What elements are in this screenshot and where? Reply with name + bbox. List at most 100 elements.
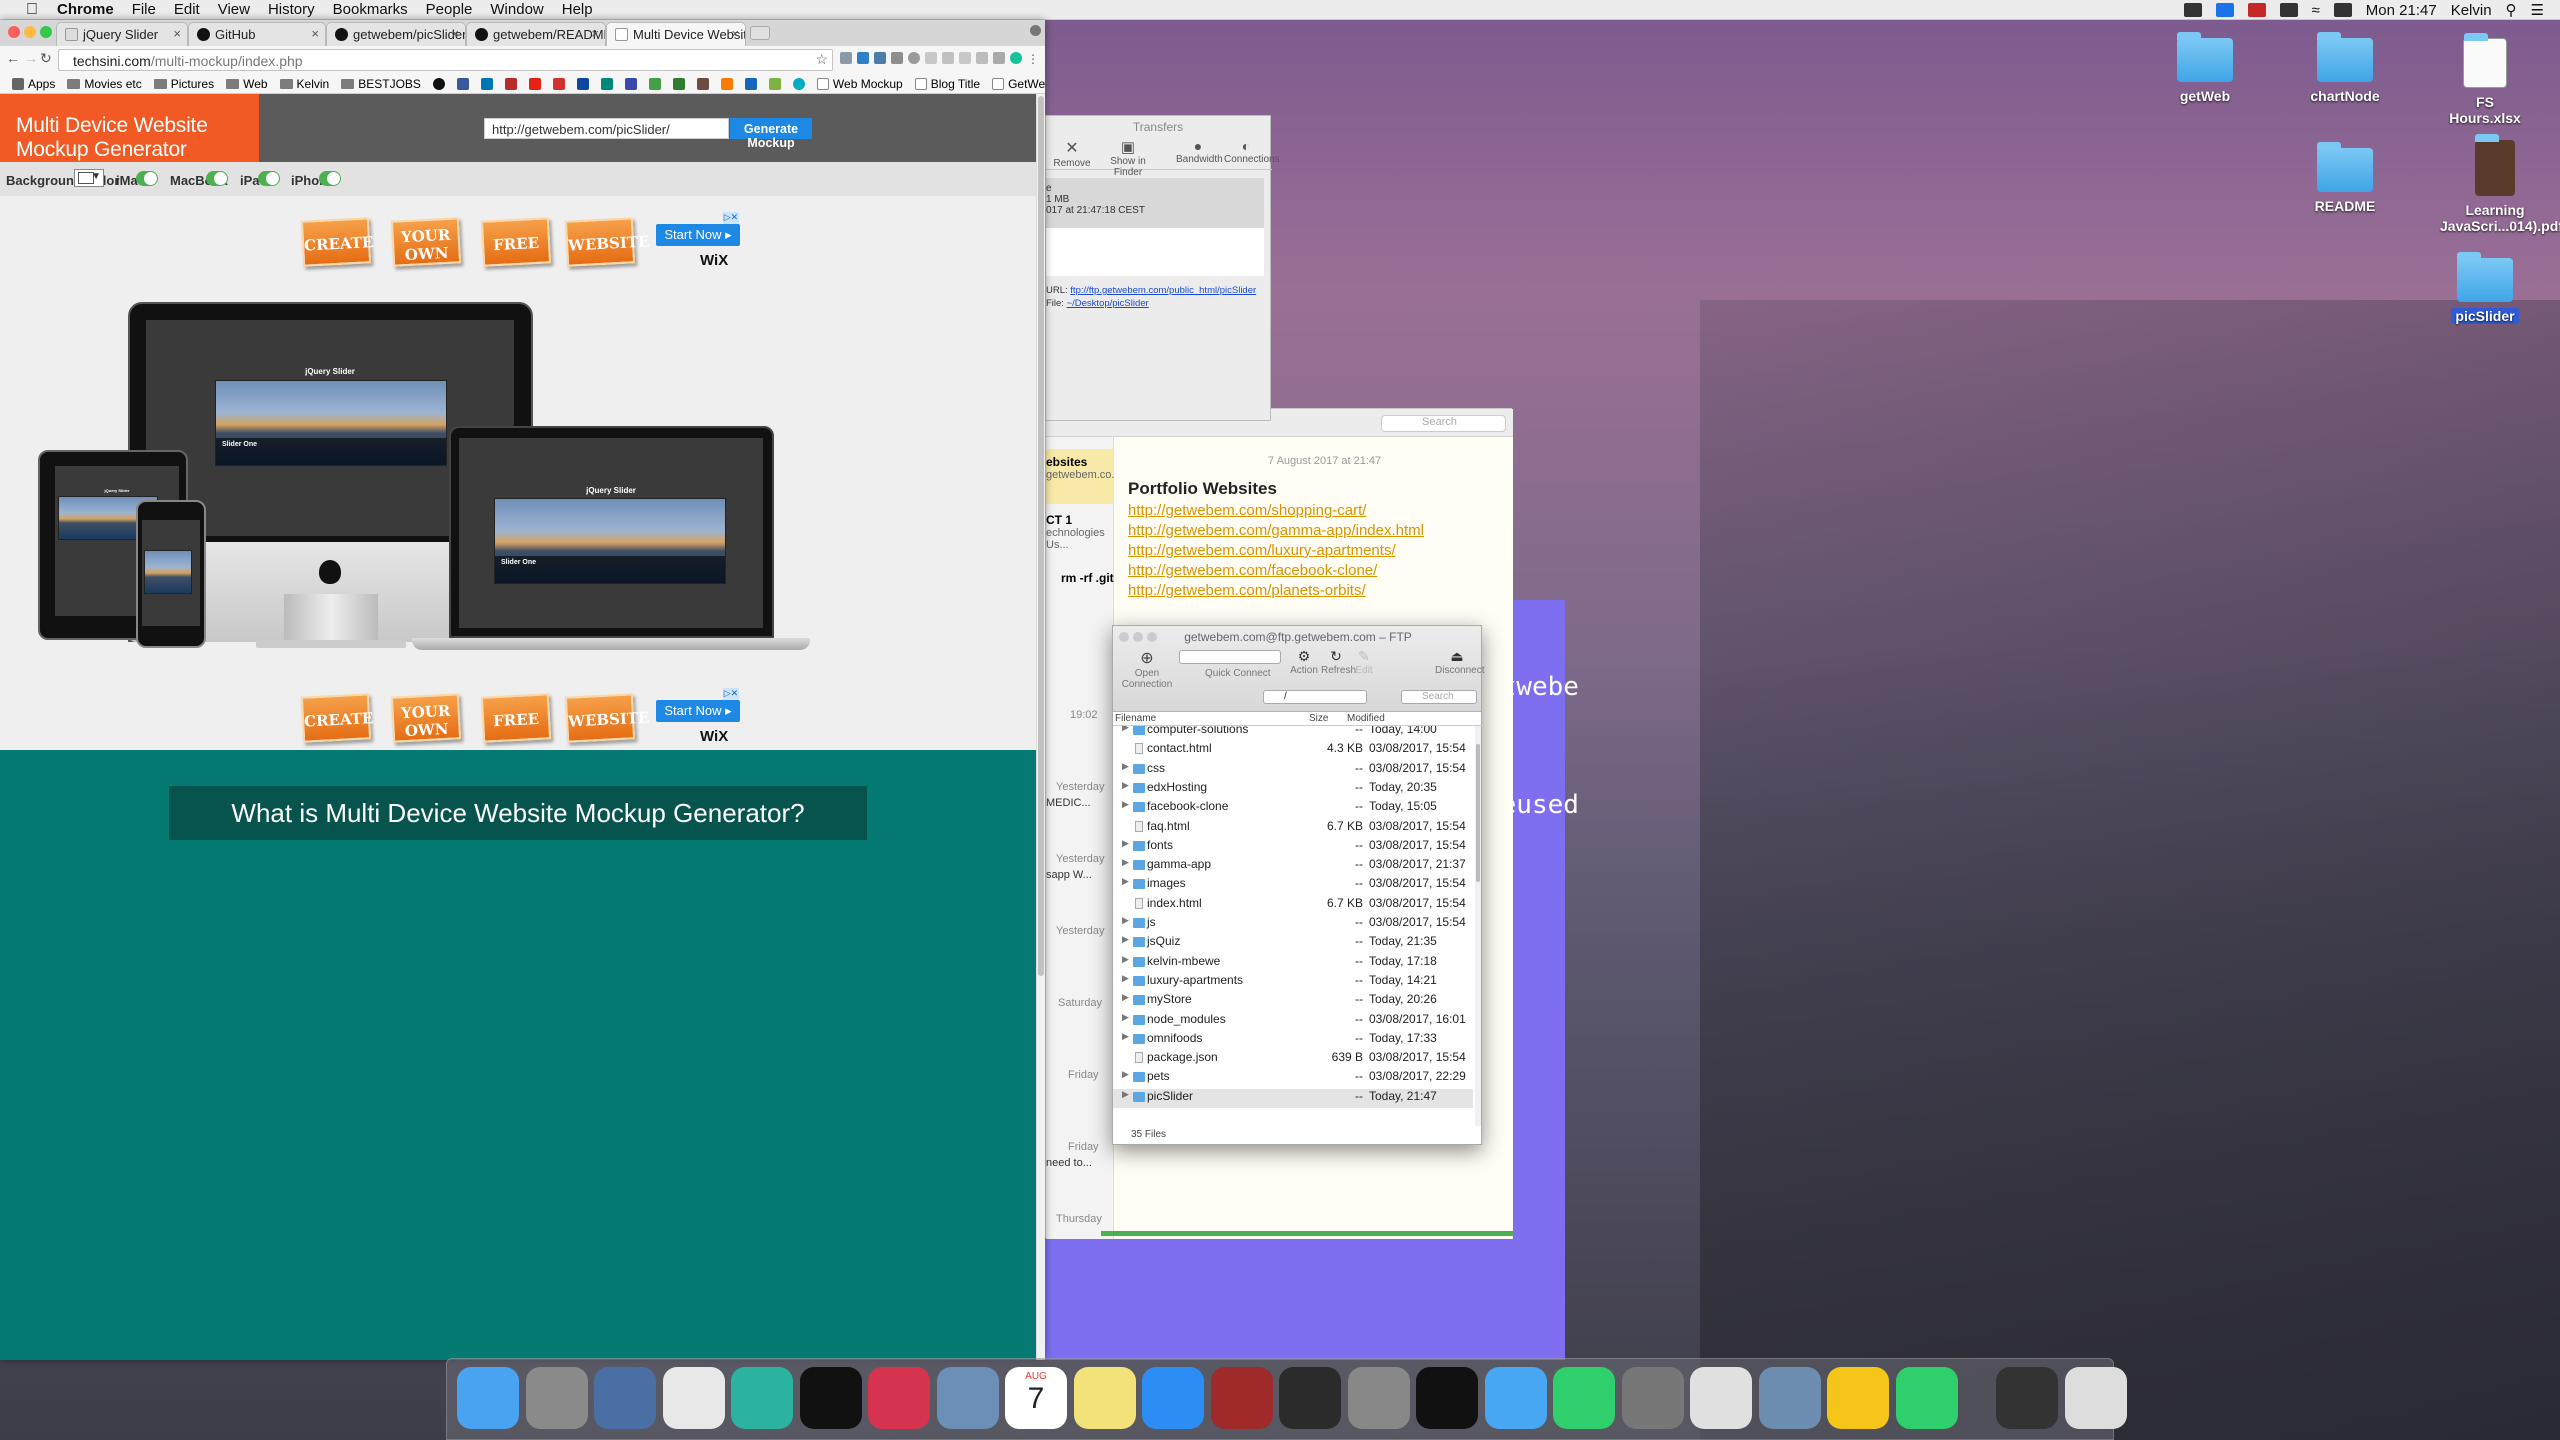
- page-scrollbar[interactable]: [1036, 94, 1045, 1360]
- note-link[interactable]: http://getwebem.com/planets-orbits/: [1128, 581, 1424, 601]
- activity-monitor-icon[interactable]: [1996, 1367, 2058, 1429]
- site-logo[interactable]: Multi Device Website Mockup Generator: [0, 94, 259, 162]
- note-link[interactable]: http://getwebem.com/facebook-clone/: [1128, 561, 1424, 581]
- disconnect-button[interactable]: ⏏ Disconnect: [1435, 648, 1484, 676]
- tab-readme-repo[interactable]: getwebem/README: Folders f×: [466, 22, 606, 46]
- whatsapp-icon[interactable]: [1553, 1367, 1615, 1429]
- bookmark-folder[interactable]: Pictures: [150, 77, 218, 91]
- grammarly-icon[interactable]: [1010, 52, 1022, 64]
- extension-icon[interactable]: [874, 52, 886, 64]
- column-size[interactable]: Size: [1309, 713, 1328, 724]
- terminal-icon[interactable]: [1416, 1367, 1478, 1429]
- desktop-folder-getweb[interactable]: getWeb: [2160, 32, 2250, 104]
- bookmark-site-icon[interactable]: [765, 77, 785, 90]
- bookmark-linkedin-icon[interactable]: [477, 77, 497, 90]
- extension-icon[interactable]: [840, 52, 852, 64]
- image-slider[interactable]: [144, 550, 192, 594]
- ftp-file-row[interactable]: package.json 639 B 03/08/2017, 15:54: [1113, 1050, 1473, 1069]
- disclosure-triangle-icon[interactable]: ▶: [1122, 799, 1129, 810]
- finder-icon[interactable]: [457, 1367, 519, 1429]
- ftp-file-row[interactable]: ▶ fonts -- 03/08/2017, 15:54: [1113, 838, 1473, 857]
- bookmark-site-icon[interactable]: [693, 77, 713, 90]
- forward-icon[interactable]: →: [24, 50, 38, 66]
- disclosure-triangle-icon[interactable]: ▶: [1122, 1089, 1129, 1100]
- ipad-toggle[interactable]: [258, 171, 280, 186]
- disclosure-triangle-icon[interactable]: ▶: [1122, 726, 1129, 733]
- website-url-input[interactable]: http://getwebem.com/picSlider/: [484, 118, 729, 139]
- ftp-file-row[interactable]: ▶ myStore -- Today, 20:26: [1113, 992, 1473, 1011]
- dictionary-icon[interactable]: [1210, 1367, 1273, 1429]
- bookmark-site-icon[interactable]: [645, 77, 665, 90]
- menu-edit[interactable]: Edit: [165, 0, 209, 20]
- launchpad-icon[interactable]: [525, 1367, 588, 1429]
- tab-jquery-slider[interactable]: jQuery Slider ×: [56, 22, 188, 46]
- address-bar[interactable]: techsini.com/multi-mockup/index.php ☆: [58, 49, 833, 71]
- ftp-file-row[interactable]: ▶ picSlider -- Today, 21:47: [1113, 1088, 1473, 1108]
- desktop-file-fs-hours[interactable]: FS Hours.xlsx: [2440, 33, 2530, 126]
- bookmark-quora-icon[interactable]: [501, 77, 521, 90]
- menu-history[interactable]: History: [259, 0, 324, 20]
- ad-choices-icon[interactable]: ▷✕: [723, 212, 739, 224]
- background-color-picker[interactable]: ▼: [74, 169, 104, 187]
- transfer-item[interactable]: e1 MB 017 at 21:47:18 CEST: [1046, 178, 1264, 228]
- whatsapp-icon[interactable]: [1895, 1367, 1958, 1429]
- note-link[interactable]: http://getwebem.com/gamma-app/index.html: [1128, 521, 1424, 541]
- profile-icon[interactable]: [1030, 25, 1041, 36]
- new-tab-button[interactable]: [750, 26, 770, 40]
- menu-people[interactable]: People: [417, 0, 482, 20]
- ftp-file-row[interactable]: ▶ node_modules -- 03/08/2017, 16:01: [1113, 1012, 1473, 1031]
- disclosure-triangle-icon[interactable]: ▶: [1122, 761, 1129, 772]
- user-name[interactable]: Kelvin: [2451, 2, 2492, 19]
- minimize-window-icon[interactable]: [24, 26, 36, 38]
- ftp-file-row[interactable]: ▶ js -- 03/08/2017, 15:54: [1113, 915, 1473, 934]
- edit-button[interactable]: ✎ Edit: [1351, 648, 1377, 676]
- disclosure-triangle-icon[interactable]: ▶: [1122, 876, 1129, 887]
- note-list-item[interactable]: CT 1 echnologies Us...: [1046, 513, 1114, 551]
- extension-icon[interactable]: [959, 52, 971, 64]
- open-connection-button[interactable]: ⊕ Open Connection: [1117, 648, 1177, 690]
- atom-icon[interactable]: [731, 1367, 793, 1429]
- ftp-file-row[interactable]: ▶ computer-solutions -- Today, 14:00: [1113, 726, 1473, 741]
- brackets-icon[interactable]: [799, 1367, 862, 1429]
- bookmark-web-mockup[interactable]: Web Mockup: [813, 77, 907, 91]
- extension-icon[interactable]: [925, 52, 937, 64]
- note-list-item[interactable]: ebsites getwebem.co...: [1046, 449, 1121, 504]
- quick-connect-field[interactable]: [1179, 650, 1281, 664]
- extension-icon[interactable]: [993, 52, 1005, 64]
- tab-picslider-repo[interactable]: getwebem/picSlider: An app t×: [326, 22, 466, 46]
- bookmark-site-icon[interactable]: [621, 77, 641, 90]
- calendar-icon[interactable]: AUG 7: [1005, 1367, 1067, 1429]
- generate-mockup-button[interactable]: Generate Mockup: [730, 118, 812, 150]
- disclosure-triangle-icon[interactable]: ▶: [1122, 1069, 1129, 1080]
- macbook-toggle[interactable]: [206, 171, 228, 186]
- disclosure-triangle-icon[interactable]: ▶: [1122, 857, 1129, 868]
- preview-icon[interactable]: [936, 1367, 999, 1429]
- disclosure-triangle-icon[interactable]: ▶: [1122, 992, 1129, 1003]
- extension-icon[interactable]: [976, 52, 988, 64]
- trash-icon[interactable]: [2064, 1367, 2127, 1429]
- calculator-icon[interactable]: [1347, 1367, 1410, 1429]
- ftp-file-row[interactable]: ▶ luxury-apartments -- Today, 14:21: [1113, 973, 1473, 992]
- disclosure-triangle-icon[interactable]: ▶: [1122, 838, 1129, 849]
- start-now-button[interactable]: Start Now ▸: [656, 700, 740, 722]
- ftp-file-row[interactable]: ▶ omnifoods -- Today, 17:33: [1113, 1031, 1473, 1050]
- column-modified[interactable]: Modified: [1347, 713, 1385, 724]
- airmail-icon[interactable]: [868, 1367, 930, 1429]
- desktop-folder-readme[interactable]: README: [2300, 142, 2390, 214]
- bookmark-getweb-studio[interactable]: GetWeb Studio: [988, 77, 1045, 91]
- clock[interactable]: Mon 21:47: [2366, 2, 2437, 19]
- bookmark-folder[interactable]: Web: [222, 77, 271, 91]
- ftp-file-row[interactable]: ▶ facebook-clone -- Today, 15:05: [1113, 799, 1473, 818]
- tab-github[interactable]: GitHub ×: [188, 22, 326, 46]
- ftp-file-row[interactable]: faq.html 6.7 KB 03/08/2017, 15:54: [1113, 819, 1473, 838]
- notification-center-icon[interactable]: ☰: [2531, 1, 2544, 19]
- disclosure-triangle-icon[interactable]: ▶: [1122, 954, 1129, 965]
- menu-app-name[interactable]: Chrome: [48, 0, 123, 20]
- note-link[interactable]: http://getwebem.com/shopping-cart/: [1128, 501, 1424, 521]
- bookmark-site-icon[interactable]: [549, 77, 569, 90]
- extension-icon[interactable]: [942, 52, 954, 64]
- remove-button[interactable]: ✕ Remove: [1050, 138, 1094, 169]
- menu-file[interactable]: File: [123, 0, 165, 20]
- close-tab-icon[interactable]: ×: [451, 26, 459, 41]
- disclosure-triangle-icon[interactable]: ▶: [1122, 934, 1129, 945]
